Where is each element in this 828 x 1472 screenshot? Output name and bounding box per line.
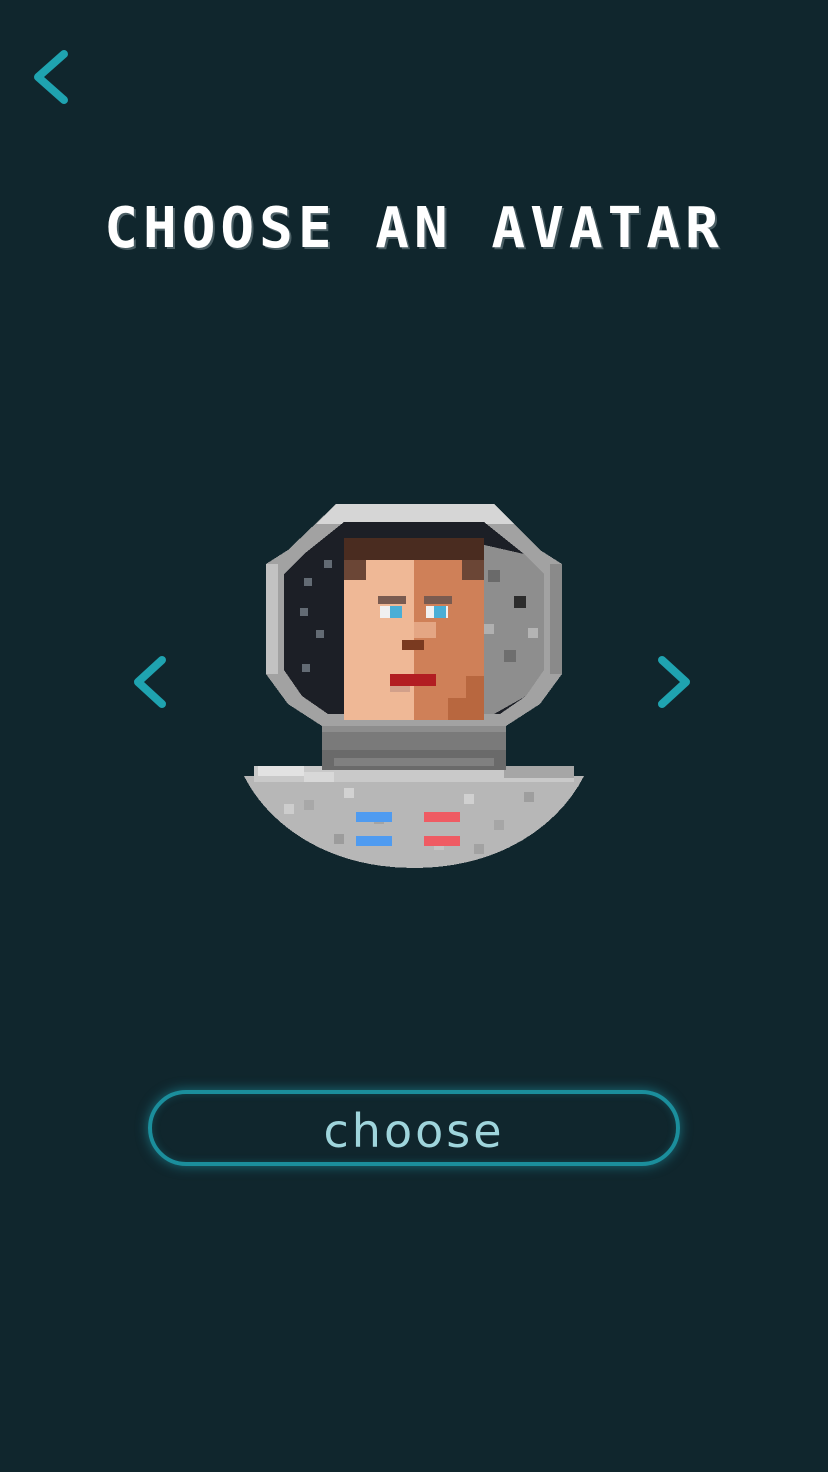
choose-button-label: choose xyxy=(323,1104,505,1158)
back-button[interactable] xyxy=(26,44,76,110)
page-title: CHOOSE AN AVATAR xyxy=(104,196,724,261)
astronaut-avatar xyxy=(244,504,584,868)
avatar-selection-screen: CHOOSE AN AVATAR choose xyxy=(0,0,828,1472)
chevron-right-icon xyxy=(658,656,690,708)
chevron-left-icon xyxy=(134,656,166,708)
next-avatar-button[interactable] xyxy=(648,648,698,714)
previous-avatar-button[interactable] xyxy=(124,648,174,714)
chevron-left-icon xyxy=(34,50,68,104)
choose-button[interactable]: choose xyxy=(148,1090,680,1166)
